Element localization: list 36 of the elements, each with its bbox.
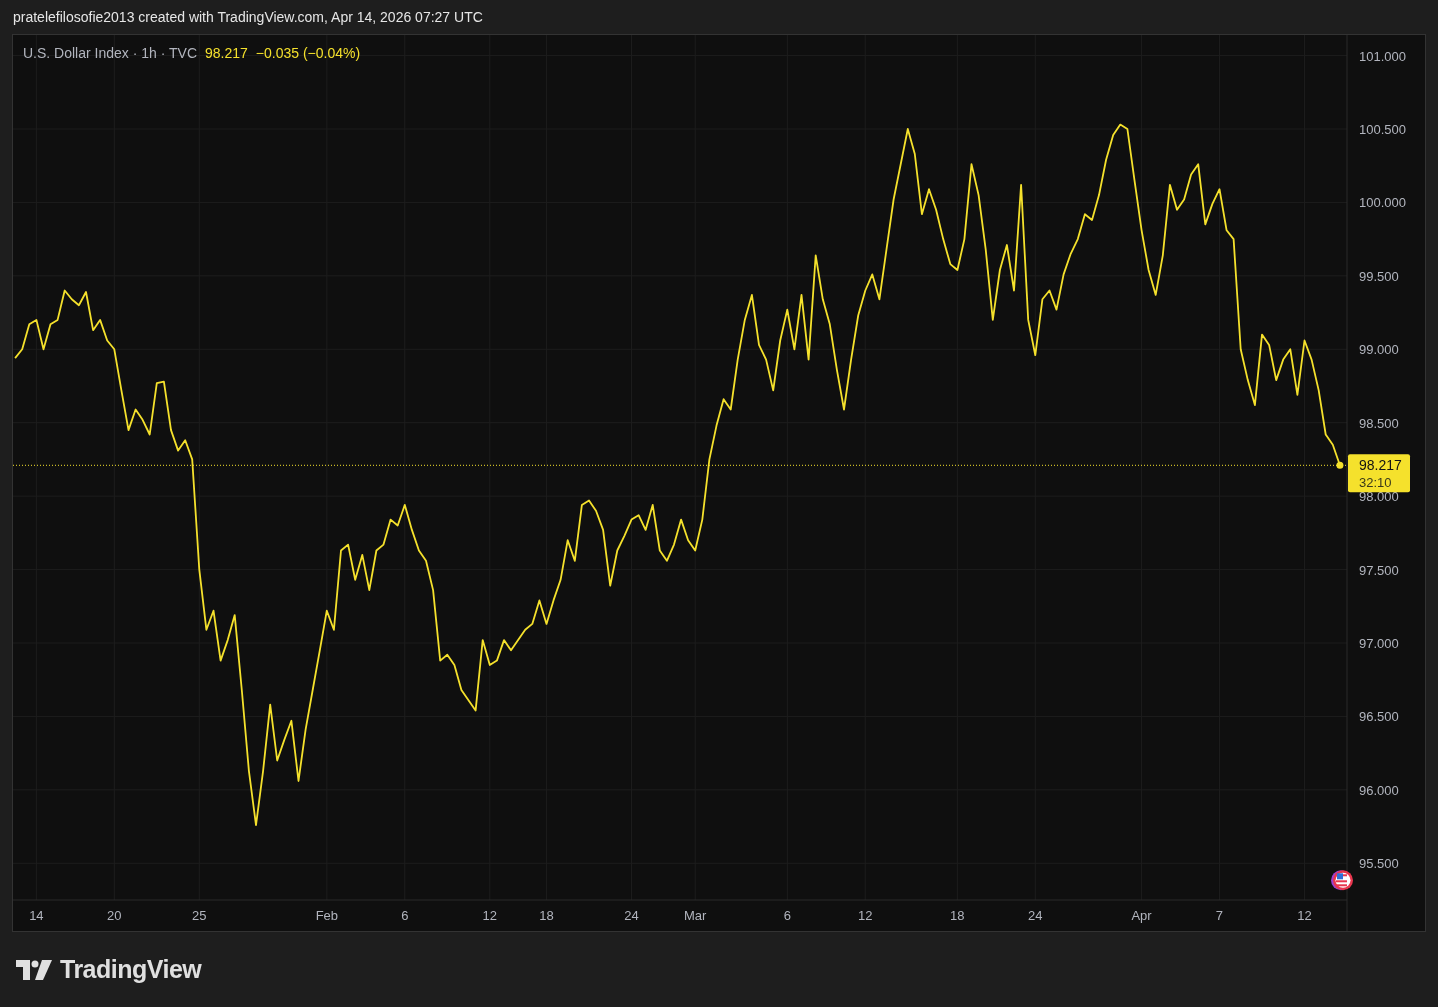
price-axis-label: 101.000 <box>1359 48 1406 64</box>
price-axis-label: 95.500 <box>1359 856 1399 872</box>
price-axis-label: 100.000 <box>1359 195 1406 211</box>
last-price-dot <box>1336 461 1344 469</box>
time-axis-label: 20 <box>107 908 122 923</box>
time-axis-label: 6 <box>401 908 409 923</box>
tradingview-logo: TradingView <box>60 955 202 984</box>
price-axis-label: 96.000 <box>1359 782 1399 798</box>
chart-caption: pratelefilosofie2013 created with TradingView.com, Apr 14, 2026 07:27 UTC <box>13 9 483 25</box>
price-axis-label: 97.500 <box>1359 562 1399 578</box>
time-axis-label: Feb <box>315 908 339 923</box>
tradingview-logo-icon <box>16 959 52 980</box>
last-price: 98.217 <box>205 45 248 61</box>
time-axis-label: 6 <box>783 908 791 923</box>
symbol-title: U.S. Dollar Index · 1h · TVC <box>23 45 198 61</box>
price-change: −0.035 (−0.04%) <box>255 45 361 61</box>
time-axis-label: 24 <box>1028 908 1043 923</box>
time-axis-label: 12 <box>482 908 497 923</box>
time-axis-label: 7 <box>1215 908 1224 923</box>
price-axis-label: 99.500 <box>1359 268 1399 284</box>
price-axis-label: 96.500 <box>1359 709 1399 725</box>
time-axis-label: 24 <box>624 908 639 923</box>
time-axis-label: 12 <box>858 908 873 923</box>
us-flag-icon <box>1331 870 1353 891</box>
time-axis-label: 18 <box>950 908 965 923</box>
time-axis-label: Apr <box>1131 908 1152 923</box>
price-axis-label: 98.500 <box>1359 415 1399 431</box>
time-axis-label: 14 <box>29 908 44 923</box>
time-axis-label: 12 <box>1297 908 1312 923</box>
price-axis-label: 100.500 <box>1359 122 1406 137</box>
price-axis-label: 99.000 <box>1359 342 1399 358</box>
time-axis-label: 25 <box>192 908 207 923</box>
time-axis-label: 18 <box>539 908 554 923</box>
price-axis-label: 97.000 <box>1359 636 1399 651</box>
last-price-label: 98.217 32:10 <box>1348 454 1410 493</box>
time-axis-label: Mar <box>684 908 707 923</box>
